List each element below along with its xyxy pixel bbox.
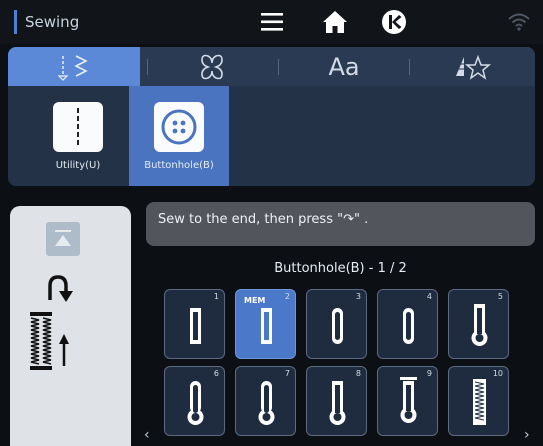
utility-category-tile [53, 102, 103, 152]
tab-decorative[interactable] [146, 47, 278, 86]
buttonhole-rounded-icon [332, 308, 343, 344]
stitch-button-7[interactable]: 7 [235, 366, 296, 436]
top-bar: Sewing [0, 0, 543, 44]
prev-page-arrow[interactable]: ‹ [144, 428, 156, 442]
buttonhole-satin-icon [473, 379, 486, 425]
stitch-button-1[interactable]: 1 [164, 289, 225, 359]
arrow-up-icon [55, 230, 71, 246]
category-utility[interactable]: Utility(U) [28, 86, 128, 186]
buttonhole-keyhole-icon [187, 381, 204, 425]
decorative-stitch-icon [201, 54, 223, 79]
stitch-button-5[interactable]: 5 [448, 289, 509, 359]
buttonhole-square-icon [261, 308, 272, 344]
wifi-icon [508, 13, 530, 31]
instruction-message: Sew to the end, then press "↷" . [146, 202, 535, 246]
next-page-arrow[interactable]: › [524, 428, 536, 442]
straight-stitch-icon [77, 108, 79, 146]
stitch-button-9[interactable]: 9 [377, 366, 438, 436]
instruction-text: Sew to the end, then press "↷" . [158, 212, 369, 227]
stitch-category-panel: Utility(U) Buttonhole(B) [8, 86, 535, 186]
menu-icon[interactable] [260, 9, 286, 35]
stitch-button-2[interactable]: MEM 2 [235, 289, 296, 359]
buttonhole-keyhole-icon [471, 304, 488, 346]
buttonhole-rounded-icon [403, 308, 414, 344]
tab-favorites[interactable] [404, 47, 535, 86]
category-buttonhole[interactable]: Buttonhole(B) [129, 86, 229, 186]
stitch-button-3[interactable]: 3 [306, 289, 367, 359]
buttonhole-category-tile [154, 102, 204, 152]
favorites-star-icon [454, 54, 492, 80]
k-circle-icon[interactable] [381, 9, 407, 35]
tab-utility-stitch[interactable] [8, 47, 140, 86]
page-title: Buttonhole(B) - 1 / 2 [274, 261, 407, 276]
utility-stitch-icon [57, 54, 88, 81]
category-label: Buttonhole(B) [144, 160, 214, 171]
button-icon [161, 109, 197, 145]
stitch-button-4[interactable]: 4 [377, 289, 438, 359]
buttonhole-keyhole-icon [258, 381, 275, 425]
buttonhole-square-icon [190, 308, 201, 344]
stitch-button-6[interactable]: 6 [164, 366, 225, 436]
text-tab-label: Aa [328, 52, 360, 81]
buttonhole-preview-icon [30, 312, 69, 370]
app-title: Sewing [14, 10, 79, 34]
home-icon[interactable] [322, 9, 348, 35]
stitch-button-8[interactable]: 8 [306, 366, 367, 436]
reverse-stitch-icon [48, 275, 73, 302]
category-label: Utility(U) [55, 160, 101, 171]
buttonhole-bartack-keyhole-icon [400, 377, 417, 423]
stitch-preview-panel [10, 206, 131, 446]
tab-text[interactable]: Aa [278, 47, 410, 86]
scroll-up-button[interactable] [46, 222, 80, 256]
category-tab-bar: Aa [8, 47, 535, 86]
stitch-button-10[interactable]: 10 [448, 366, 509, 436]
buttonhole-keyhole-icon [329, 381, 346, 425]
